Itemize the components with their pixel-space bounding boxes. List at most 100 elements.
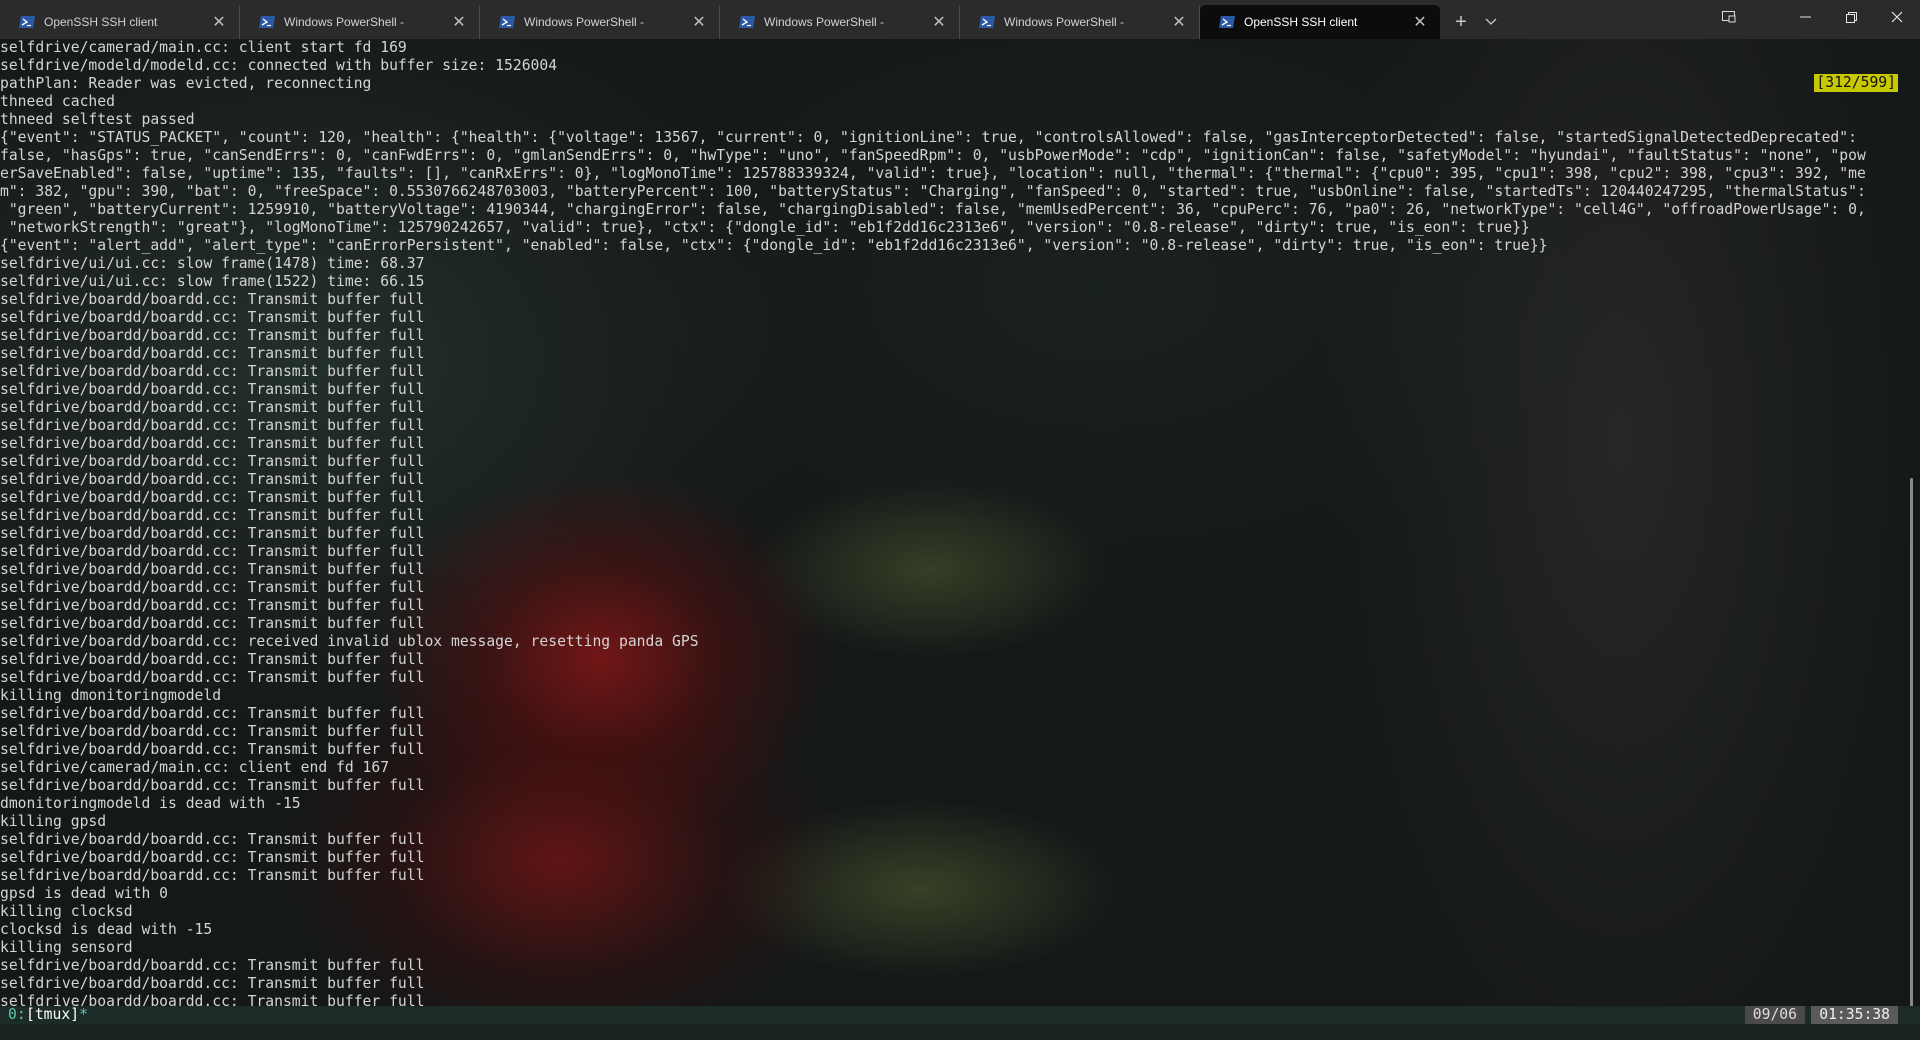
- powershell-icon: [1219, 16, 1235, 28]
- tmux-window-flag: *: [79, 1006, 88, 1023]
- tab-4[interactable]: Windows PowerShell - ✕: [960, 5, 1200, 39]
- terminal-line-text: killing gpsd: [0, 813, 107, 830]
- tab-close-icon[interactable]: ✕: [1169, 12, 1189, 32]
- panel-icon: [1722, 11, 1736, 23]
- terminal-line: selfdrive/boardd/boardd.cc: Transmit buf…: [0, 363, 1898, 381]
- terminal-line: false, "hasGps": true, "canSendErrs": 0,…: [0, 147, 1898, 165]
- terminal-line: selfdrive/boardd/boardd.cc: Transmit buf…: [0, 579, 1898, 597]
- tab-title: Windows PowerShell -: [284, 15, 405, 29]
- terminal-line: selfdrive/boardd/boardd.cc: Transmit buf…: [0, 327, 1898, 345]
- terminal-line: selfdrive/boardd/boardd.cc: Transmit buf…: [0, 831, 1898, 849]
- tmux-window-tab[interactable]: [tmux]*: [26, 1006, 88, 1024]
- terminal-line: thneed cached: [0, 93, 1898, 111]
- terminal-line-text: selfdrive/boardd/boardd.cc: Transmit buf…: [0, 525, 425, 542]
- tab-dropdown-button[interactable]: [1476, 5, 1506, 39]
- terminal-line-text: selfdrive/boardd/boardd.cc: Transmit buf…: [0, 507, 425, 524]
- tmux-window-name: [tmux]: [26, 1006, 80, 1023]
- terminal-line: m": 382, "gpu": 390, "bat": 0, "freeSpac…: [0, 183, 1898, 201]
- terminal-line-text: selfdrive/boardd/boardd.cc: Transmit buf…: [0, 777, 425, 794]
- terminal-line-text: selfdrive/boardd/boardd.cc: Transmit buf…: [0, 957, 425, 974]
- tmux-date: 09/06: [1744, 1006, 1805, 1024]
- terminal-line: killing sensord: [0, 939, 1898, 957]
- terminal-line-text: clocksd is dead with -15: [0, 921, 213, 938]
- terminal-line-text: selfdrive/boardd/boardd.cc: Transmit buf…: [0, 849, 425, 866]
- terminal-line-text: selfdrive/boardd/boardd.cc: Transmit buf…: [0, 471, 425, 488]
- tab-0[interactable]: OpenSSH SSH client ✕: [0, 5, 240, 39]
- terminal-line-text: selfdrive/boardd/boardd.cc: Transmit buf…: [0, 867, 425, 884]
- terminal-line: selfdrive/boardd/boardd.cc: Transmit buf…: [0, 453, 1898, 471]
- terminal-line-text: selfdrive/boardd/boardd.cc: received inv…: [0, 633, 699, 650]
- panel-button[interactable]: [1706, 0, 1752, 34]
- terminal-line-text: selfdrive/boardd/boardd.cc: Transmit buf…: [0, 453, 425, 470]
- terminal-line-text: selfdrive/boardd/boardd.cc: Transmit buf…: [0, 705, 425, 722]
- terminal-line: selfdrive/boardd/boardd.cc: Transmit buf…: [0, 489, 1898, 507]
- terminal-line-text: killing dmonitoringmodeld: [0, 687, 222, 704]
- tmux-session-index: 0:: [8, 1006, 26, 1023]
- terminal-line: selfdrive/boardd/boardd.cc: Transmit buf…: [0, 705, 1898, 723]
- minimize-button[interactable]: [1782, 0, 1828, 34]
- chevron-down-icon: [1485, 18, 1497, 25]
- title-bar: OpenSSH SSH client ✕ Windows PowerShell - ✕…: [0, 0, 1920, 39]
- new-tab-button[interactable]: +: [1446, 5, 1476, 39]
- terminal-line: dmonitoringmodeld is dead with -15: [0, 795, 1898, 813]
- powershell-icon: [259, 16, 275, 28]
- terminal-line: selfdrive/boardd/boardd.cc: Transmit buf…: [0, 975, 1898, 993]
- terminal-line-text: {"event": "STATUS_PACKET", "count": 120,…: [0, 129, 1857, 146]
- terminal-line-text: selfdrive/boardd/boardd.cc: Transmit buf…: [0, 327, 425, 344]
- tab-close-icon[interactable]: ✕: [929, 12, 949, 32]
- tab-1[interactable]: Windows PowerShell - ✕: [240, 5, 480, 39]
- terminal-line: selfdrive/boardd/boardd.cc: Transmit buf…: [0, 561, 1898, 579]
- terminal-line: selfdrive/boardd/boardd.cc: Transmit buf…: [0, 651, 1898, 669]
- terminal-line: selfdrive/boardd/boardd.cc: Transmit buf…: [0, 525, 1898, 543]
- restore-button[interactable]: [1828, 0, 1874, 34]
- tab-close-icon[interactable]: ✕: [209, 12, 229, 32]
- terminal-line-text: selfdrive/camerad/main.cc: client end fd…: [0, 759, 390, 776]
- terminal-window: OpenSSH SSH client ✕ Windows PowerShell - ✕…: [0, 0, 1920, 1040]
- tab-title: OpenSSH SSH client: [1244, 15, 1358, 29]
- terminal-line: selfdrive/boardd/boardd.cc: Transmit buf…: [0, 291, 1898, 309]
- terminal-line-text: dmonitoringmodeld is dead with -15: [0, 795, 301, 812]
- scrollbar[interactable]: [1910, 39, 1916, 1015]
- terminal-line-text: selfdrive/boardd/boardd.cc: Transmit buf…: [0, 381, 425, 398]
- tab-2[interactable]: Windows PowerShell - ✕: [480, 5, 720, 39]
- close-window-button[interactable]: [1874, 0, 1920, 34]
- terminal-line: selfdrive/camerad/main.cc: client start …: [0, 39, 1898, 57]
- tab-close-icon[interactable]: ✕: [449, 12, 469, 32]
- terminal-line: gpsd is dead with 0: [0, 885, 1898, 903]
- powershell-icon: [19, 16, 35, 28]
- tab-close-icon[interactable]: ✕: [1410, 12, 1430, 32]
- terminal-line-text: selfdrive/camerad/main.cc: client start …: [0, 39, 407, 56]
- terminal-line-text: selfdrive/boardd/boardd.cc: Transmit buf…: [0, 651, 425, 668]
- tab-close-icon[interactable]: ✕: [689, 12, 709, 32]
- terminal-line: selfdrive/boardd/boardd.cc: Transmit buf…: [0, 471, 1898, 489]
- terminal-line: selfdrive/boardd/boardd.cc: Transmit buf…: [0, 741, 1898, 759]
- terminal-line-text: pathPlan: Reader was evicted, reconnecti…: [0, 75, 372, 92]
- tab-5[interactable]: OpenSSH SSH client ✕: [1200, 5, 1440, 39]
- terminal-line: selfdrive/boardd/boardd.cc: Transmit buf…: [0, 417, 1898, 435]
- terminal-output[interactable]: selfdrive/camerad/main.cc: client start …: [0, 39, 1920, 1040]
- terminal-line: thneed selftest passed: [0, 111, 1898, 129]
- scrollbar-thumb[interactable]: [1910, 478, 1913, 1015]
- terminal-line: "green", "batteryCurrent": 1259910, "bat…: [0, 201, 1898, 219]
- terminal-line-text: selfdrive/boardd/boardd.cc: Transmit buf…: [0, 363, 425, 380]
- tab-title: Windows PowerShell -: [764, 15, 885, 29]
- tab-title: OpenSSH SSH client: [44, 15, 158, 29]
- terminal-line-text: selfdrive/boardd/boardd.cc: Transmit buf…: [0, 417, 425, 434]
- terminal-line: selfdrive/ui/ui.cc: slow frame(1522) tim…: [0, 273, 1898, 291]
- terminal-line-text: selfdrive/boardd/boardd.cc: Transmit buf…: [0, 741, 425, 758]
- terminal-line: "networkStrength": "great"}, "logMonoTim…: [0, 219, 1898, 237]
- terminal-line-text: m": 382, "gpu": 390, "bat": 0, "freeSpac…: [0, 183, 1866, 200]
- terminal-line: selfdrive/boardd/boardd.cc: Transmit buf…: [0, 597, 1898, 615]
- powershell-icon: [979, 16, 995, 28]
- restore-icon: [1845, 11, 1857, 23]
- terminal-line: {"event": "STATUS_PACKET", "count": 120,…: [0, 129, 1898, 147]
- tab-3[interactable]: Windows PowerShell - ✕: [720, 5, 960, 39]
- terminal-line-text: selfdrive/boardd/boardd.cc: Transmit buf…: [0, 615, 425, 632]
- terminal-line: erSaveEnabled": false, "uptime": 135, "f…: [0, 165, 1898, 183]
- terminal-line: killing clocksd: [0, 903, 1898, 921]
- bottom-strip: [0, 1024, 1920, 1040]
- terminal-line-text: selfdrive/boardd/boardd.cc: Transmit buf…: [0, 291, 425, 308]
- terminal-line: selfdrive/modeld/modeld.cc: connected wi…: [0, 57, 1898, 75]
- terminal-line: killing dmonitoringmodeld: [0, 687, 1898, 705]
